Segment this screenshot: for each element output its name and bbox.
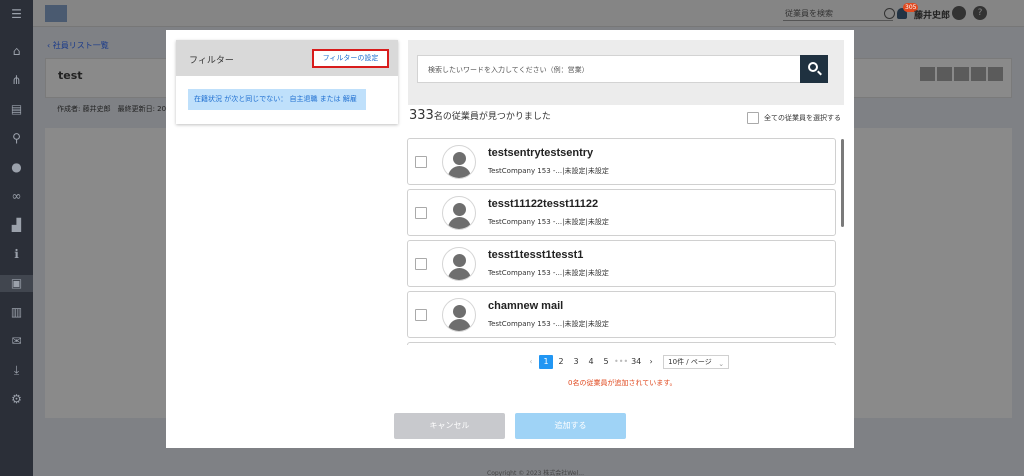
share-icon[interactable] <box>954 67 969 81</box>
employee-checkbox[interactable] <box>415 309 427 321</box>
result-count-number: 333 <box>409 108 434 123</box>
result-count: 333名の従業員が見つかりました <box>409 108 551 123</box>
info-icon[interactable]: ℹ <box>8 246 25 263</box>
employee-name: tesst11122tesst11122 <box>488 198 599 210</box>
employee-checkbox[interactable] <box>415 258 427 270</box>
employee-details: TestCompany 153 -...|未設定|未設定 <box>488 167 609 175</box>
cloud-icon[interactable] <box>920 67 935 81</box>
employee-row[interactable] <box>407 342 836 345</box>
result-count-label: 名の従業員が見つかりました <box>433 112 551 122</box>
page-size-select[interactable]: 10件 / ページ ⌄ <box>663 355 730 369</box>
left-nav: ☰ ⌂ ⋔ ▤ ⚲ ● ∞ ▟ ℹ ▣ ▥ ✉ ⤓ ⚙ <box>0 0 33 476</box>
page-3-button[interactable]: 3 <box>569 355 583 369</box>
employee-details: TestCompany 153 -...|未設定|未設定 <box>488 269 609 277</box>
employee-name: tesst1tesst1tesst1 <box>488 249 584 261</box>
home-icon[interactable]: ⌂ <box>8 43 25 60</box>
help-icon[interactable]: ? <box>973 6 987 20</box>
filter-title: フィルター <box>189 56 234 66</box>
select-all-checkbox[interactable] <box>747 112 759 124</box>
user-settings-icon[interactable]: ⚙ <box>8 391 25 408</box>
org-chart-icon[interactable]: ⋔ <box>8 72 25 89</box>
analytics-icon[interactable]: ▟ <box>8 217 25 234</box>
added-count-message: 0名の従業員が追加されています。 <box>568 379 677 387</box>
employee-row[interactable]: chamnew mail TestCompany 153 -...|未設定|未設… <box>407 291 836 338</box>
user-avatar-icon <box>442 145 476 179</box>
search-nav-icon[interactable]: ⚲ <box>8 130 25 147</box>
page-4-button[interactable]: 4 <box>584 355 598 369</box>
page-ellipsis[interactable]: ••• <box>614 355 628 369</box>
employee-checkbox[interactable] <box>415 156 427 168</box>
user-avatar-icon <box>442 196 476 230</box>
employee-checkbox[interactable] <box>415 207 427 219</box>
copyright: Copyright © 2023 株式会社Wel... <box>487 470 584 476</box>
search-button[interactable] <box>800 55 828 83</box>
page-2-button[interactable]: 2 <box>554 355 568 369</box>
employee-search-input[interactable]: 従業員を検索 <box>783 7 893 21</box>
user-avatar-icon <box>442 247 476 281</box>
employee-name: testsentrytestsentry <box>488 147 594 159</box>
filter-condition-chip[interactable]: 在籍状況 が次と同じでない： 自主退職 または 解雇 <box>188 89 366 110</box>
link-icon[interactable]: ∞ <box>8 188 25 205</box>
user-avatar-icon <box>442 298 476 332</box>
pagination: ‹ 1 2 3 4 5 ••• 34 › 10件 / ページ ⌄ <box>524 354 730 370</box>
company-logo[interactable] <box>45 5 67 22</box>
page-5-button[interactable]: 5 <box>599 355 613 369</box>
list-scrollbar[interactable] <box>841 139 844 227</box>
user-avatar-icon[interactable] <box>952 6 966 20</box>
filter-panel: フィルター フィルターの設定 在籍状況 が次と同じでない： 自主退職 または 解… <box>176 40 398 124</box>
list-toolbar <box>920 67 1003 81</box>
document-icon[interactable]: ▤ <box>8 101 25 118</box>
select-all-label[interactable]: 全ての従業員を選択する <box>764 113 841 123</box>
cancel-button[interactable]: キャンセル <box>394 413 505 439</box>
user-name[interactable]: 藤井史郎 <box>914 8 950 21</box>
add-button[interactable]: 追加する <box>515 413 626 439</box>
download-icon[interactable]: ⤓ <box>8 362 25 379</box>
filter-header: フィルター フィルターの設定 <box>176 40 398 76</box>
employee-list: testsentrytestsentry TestCompany 153 -..… <box>407 138 838 345</box>
prev-page-button[interactable]: ‹ <box>524 355 538 369</box>
page-34-button[interactable]: 34 <box>629 355 643 369</box>
menu-icon[interactable]: ☰ <box>8 6 25 23</box>
list-meta: 作成者: 藤井史郎 最終更新日: 20 <box>57 105 167 113</box>
page-size-value: 10件 / ページ <box>668 358 712 366</box>
chevron-down-icon: ⌄ <box>718 360 725 368</box>
employee-list-icon[interactable]: ▣ <box>0 275 33 292</box>
page-1-button[interactable]: 1 <box>539 355 553 369</box>
chat-icon[interactable]: ● <box>8 159 25 176</box>
employee-details: TestCompany 153 -...|未設定|未設定 <box>488 218 609 226</box>
back-link[interactable]: ‹ 社員リスト一覧 <box>47 40 109 51</box>
keyword-search-input[interactable]: 検索したいワードを入力してください（例：営業） <box>417 55 800 83</box>
next-page-button[interactable]: › <box>644 355 658 369</box>
list-title: test <box>58 69 83 82</box>
add-employee-dialog: フィルター フィルターの設定 在籍状況 が次と同じでない： 自主退職 または 解… <box>166 30 854 448</box>
employee-row[interactable]: tesst11122tesst11122 TestCompany 153 -..… <box>407 189 836 236</box>
filter-settings-button[interactable]: フィルターの設定 <box>312 49 389 68</box>
search-icon[interactable] <box>884 8 895 19</box>
employee-row[interactable]: tesst1tesst1tesst1 TestCompany 153 -...|… <box>407 240 836 287</box>
book-icon[interactable]: ▥ <box>8 304 25 321</box>
select-all[interactable]: 全ての従業員を選択する <box>747 112 841 124</box>
employee-name: chamnew mail <box>488 300 564 312</box>
user-add-icon[interactable] <box>988 67 1003 81</box>
employee-details: TestCompany 153 -...|未設定|未設定 <box>488 320 609 328</box>
employee-row[interactable]: testsentrytestsentry TestCompany 153 -..… <box>407 138 836 185</box>
search-area: 検索したいワードを入力してください（例：営業） <box>408 40 844 105</box>
mail-icon[interactable]: ✉ <box>8 333 25 350</box>
add-icon[interactable] <box>937 67 952 81</box>
users-icon[interactable] <box>971 67 986 81</box>
